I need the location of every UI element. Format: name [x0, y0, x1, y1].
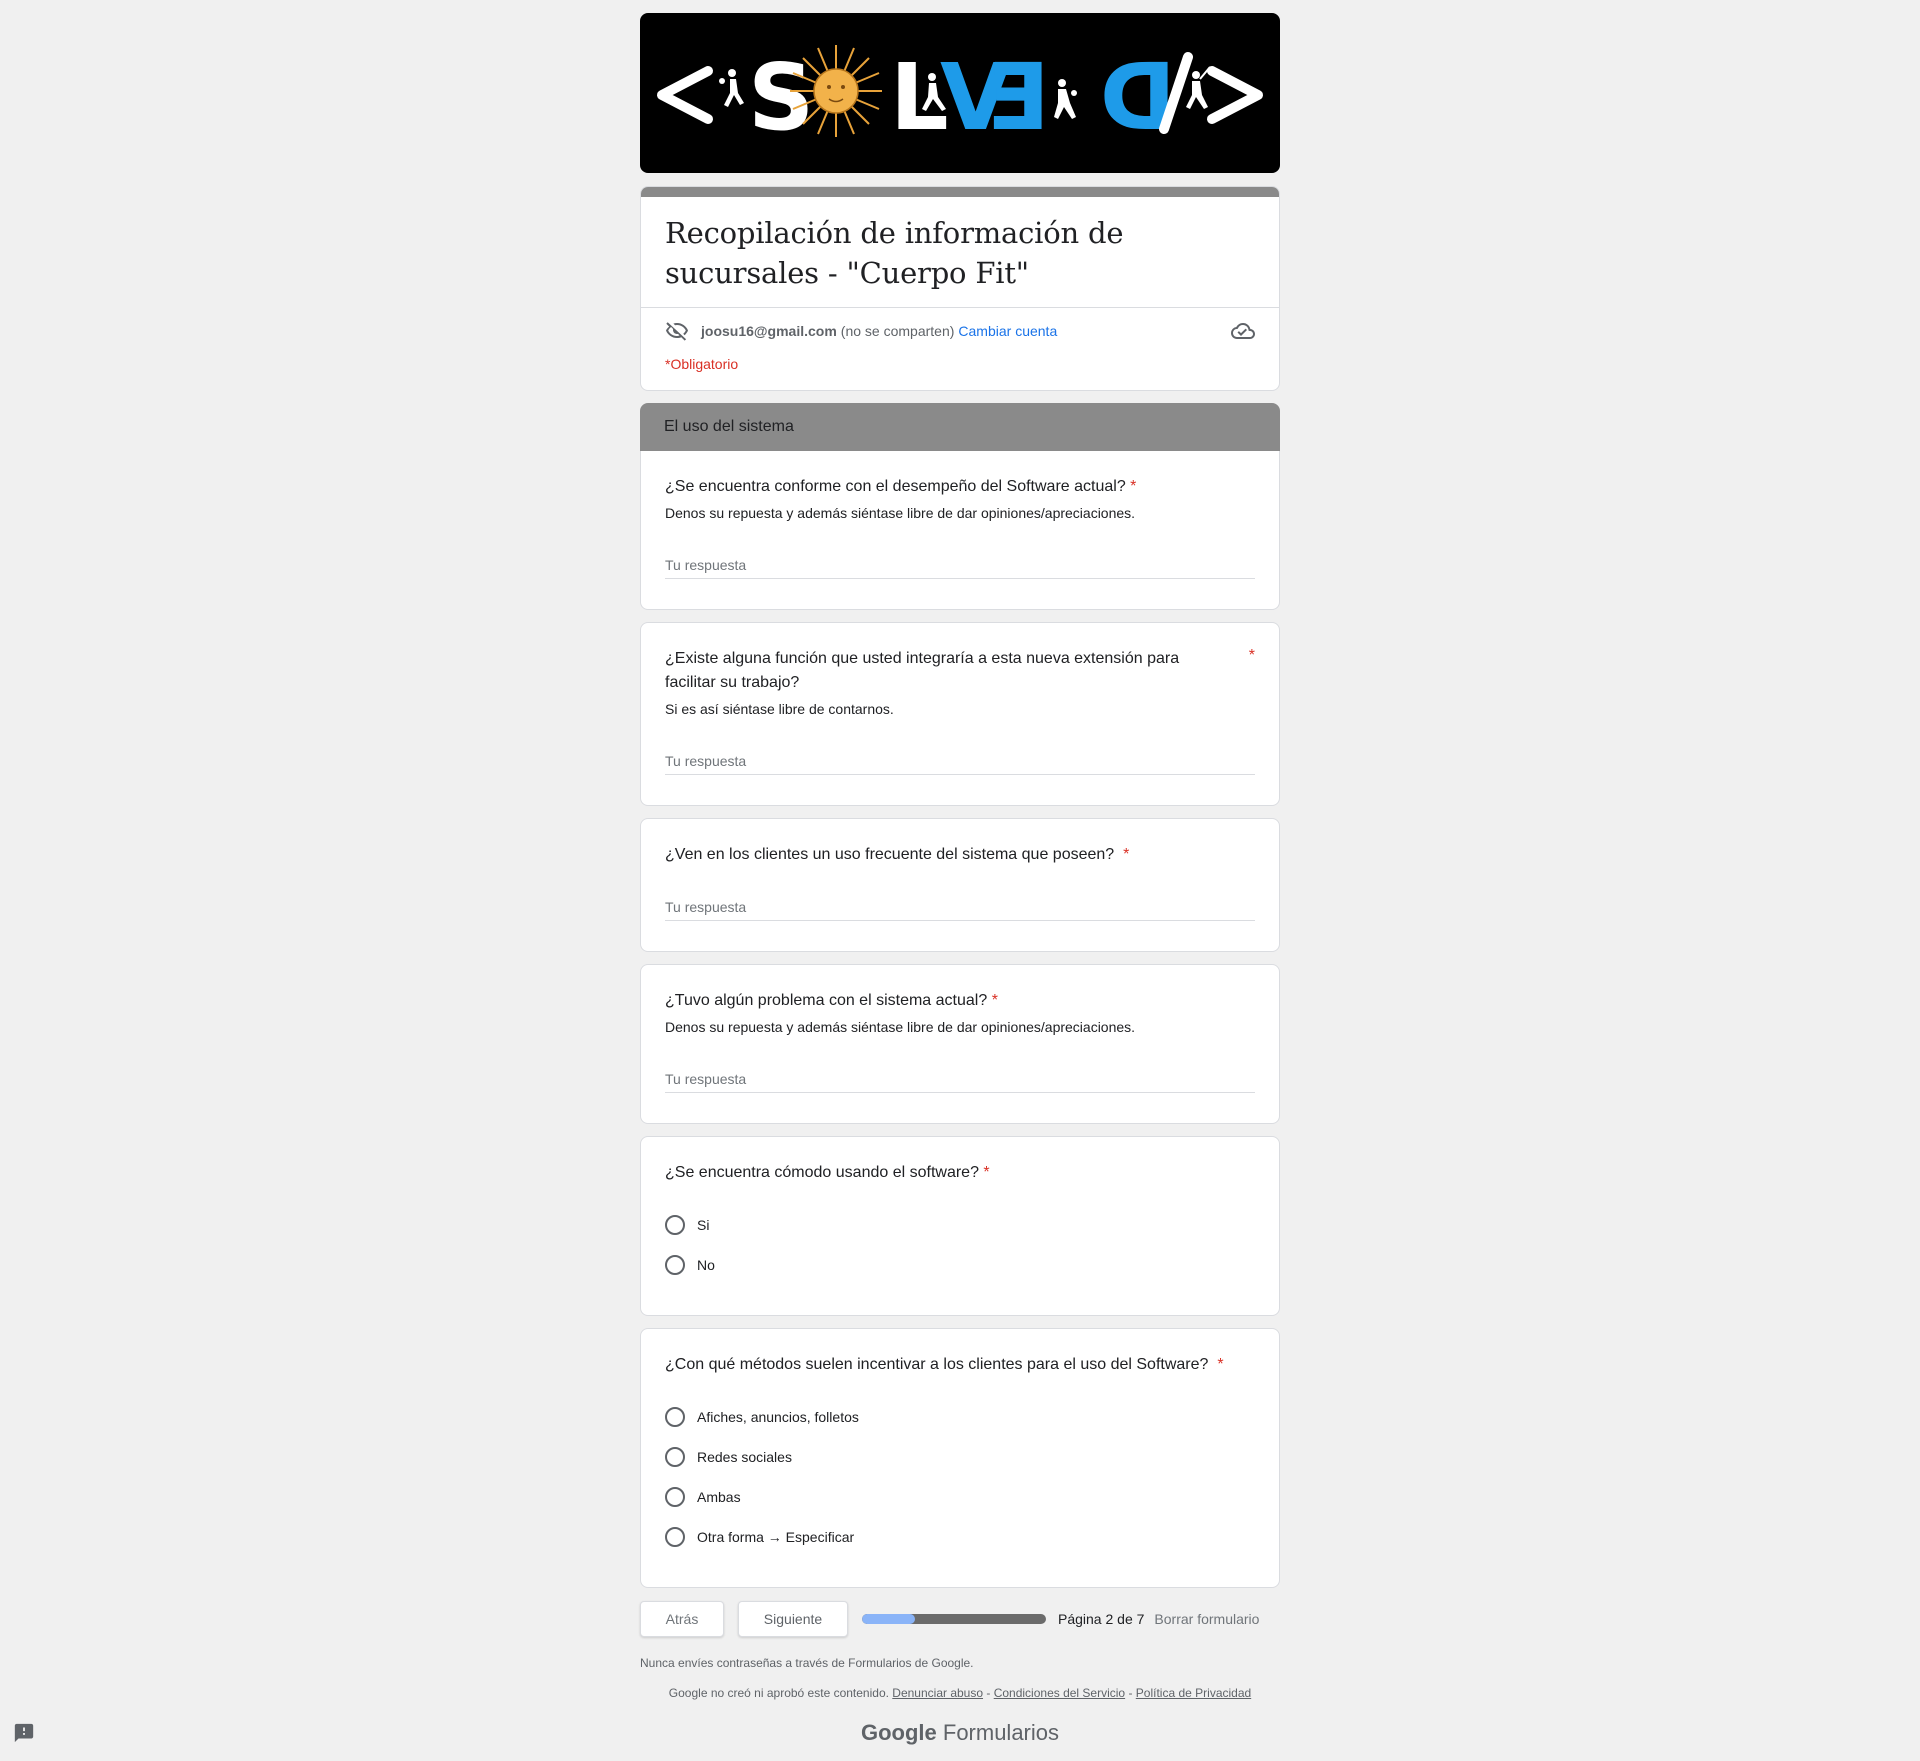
switch-account-link[interactable]: Cambiar cuenta [958, 323, 1057, 339]
required-asterisk: * [1217, 1356, 1224, 1373]
radio-button[interactable] [665, 1447, 685, 1467]
question-description: Si es así siéntase libre de contarnos. [665, 701, 894, 717]
radio-option[interactable]: Si [665, 1205, 1255, 1245]
question-title: ¿Con qué métodos suelen incentivar a los… [665, 1353, 1255, 1377]
form-navigation: Atrás Siguiente Página 2 de 7 Borrar for… [640, 1600, 1280, 1638]
account-email: joosu16@gmail.com [701, 323, 837, 339]
question-title: ¿Se encuentra conforme con el desempeño … [665, 475, 1255, 499]
question-title-text: ¿Tuvo algún problema con el sistema actu… [665, 992, 988, 1009]
radio-label: Afiches, anuncios, folletos [697, 1409, 859, 1425]
question-title-text: ¿Se encuentra cómodo usando el software? [665, 1164, 979, 1181]
page-indicator: Página 2 de 7 [1058, 1611, 1145, 1627]
question-title-text: ¿Ven en los clientes un uso frecuente de… [665, 846, 1115, 863]
radio-button[interactable] [665, 1527, 685, 1547]
footer-separator: - [1125, 1686, 1136, 1700]
eye-off-icon [666, 322, 688, 341]
question-card-6: ¿Con qué métodos suelen incentivar a los… [640, 1328, 1280, 1588]
radio-option[interactable]: No [665, 1245, 1255, 1285]
report-abuse-link[interactable]: Denunciar abuso [892, 1686, 983, 1700]
required-asterisk: * [983, 1164, 990, 1181]
header-banner: S L V E D [640, 13, 1280, 173]
clear-form-button[interactable]: Borrar formulario [1154, 1611, 1259, 1627]
next-button[interactable]: Siguiente [738, 1601, 848, 1637]
answer-input[interactable] [665, 553, 1255, 577]
radio-option[interactable]: Redes sociales [665, 1437, 1255, 1477]
radio-group: Si No [665, 1205, 1255, 1285]
radio-label: Redes sociales [697, 1449, 792, 1465]
footer-separator: - [983, 1686, 994, 1700]
radio-label: No [697, 1257, 715, 1273]
account-row: joosu16@gmail.com (no se comparten) Camb… [641, 308, 1279, 342]
question-title: ¿Existe alguna función que usted integra… [665, 650, 1180, 691]
radio-option[interactable]: Ambas [665, 1477, 1255, 1517]
progress-fill [862, 1614, 915, 1624]
question-card-5: ¿Se encuentra cómodo usando el software?… [640, 1136, 1280, 1316]
brand-forms: Formularios [942, 1720, 1060, 1745]
privacy-link[interactable]: Política de Privacidad [1136, 1686, 1251, 1700]
radio-option[interactable]: Otra forma → Especificar [665, 1517, 1255, 1557]
answer-input[interactable] [665, 749, 1255, 773]
form-container: S L V E D Recopilación de información de… [640, 13, 1280, 1746]
progress-bar [862, 1614, 1046, 1624]
form-title: Recopilación de información de sucursale… [665, 216, 1124, 290]
required-asterisk: * [991, 992, 998, 1009]
answer-field[interactable] [665, 895, 1255, 921]
form-title-card: Recopilación de información de sucursale… [640, 186, 1280, 391]
question-description: Denos su repuesta y además siéntase libr… [665, 505, 1136, 521]
answer-field[interactable] [665, 749, 1255, 775]
account-not-shared-note: (no se comparten) [840, 323, 955, 339]
radio-button[interactable] [665, 1255, 685, 1275]
section-block: El uso del sistema ¿Se encuentra conform… [640, 403, 1280, 610]
question-title-text: ¿Se encuentra conforme con el desempeño … [665, 478, 1126, 495]
title-card-accent-bar [641, 187, 1279, 197]
answer-input[interactable] [665, 1067, 1255, 1091]
answer-field[interactable] [665, 1067, 1255, 1093]
radio-label: Otra forma → Especificar [697, 1529, 855, 1545]
back-button[interactable]: Atrás [640, 1601, 724, 1637]
password-warning: Nunca envíes contraseñas a través de For… [640, 1656, 974, 1670]
disclaimer-text: Google no creó ni aprobó este contenido. [668, 1686, 889, 1700]
question-title: ¿Ven en los clientes un uso frecuente de… [665, 843, 1255, 867]
required-asterisk: * [1130, 478, 1137, 495]
radio-button[interactable] [665, 1407, 685, 1427]
footer-links: Google no creó ni aprobó este contenido.… [640, 1686, 1280, 1700]
question-description: Denos su repuesta y además siéntase libr… [665, 1019, 1136, 1035]
radio-label: Ambas [697, 1489, 741, 1505]
radio-group: Afiches, anuncios, folletos Redes social… [665, 1397, 1255, 1557]
radio-label: Si [697, 1217, 710, 1233]
required-note: *Obligatorio [665, 356, 739, 372]
solved-logo-image: S L V E D [657, 44, 1263, 151]
svg-text:D: D [1100, 44, 1176, 151]
terms-link[interactable]: Condiciones del Servicio [994, 1686, 1125, 1700]
svg-text:E: E [987, 44, 1050, 151]
section-title: El uso del sistema [664, 418, 794, 435]
section-header: El uso del sistema [640, 403, 1280, 451]
report-feedback-icon[interactable] [13, 1722, 35, 1744]
required-asterisk: * [1123, 846, 1130, 863]
required-asterisk: * [1248, 647, 1255, 664]
question-card-4: ¿Tuvo algún problema con el sistema actu… [640, 964, 1280, 1124]
question-card-2: ¿Existe alguna función que usted integra… [640, 622, 1280, 806]
question-card-1: ¿Se encuentra conforme con el desempeño … [640, 451, 1280, 610]
brand-google: Google [860, 1720, 937, 1745]
question-title-text: ¿Con qué métodos suelen incentivar a los… [665, 1356, 1209, 1373]
answer-input[interactable] [665, 895, 1255, 919]
cloud-done-icon [1231, 323, 1255, 339]
radio-button[interactable] [665, 1215, 685, 1235]
question-card-3: ¿Ven en los clientes un uso frecuente de… [640, 818, 1280, 952]
answer-field[interactable] [665, 553, 1255, 579]
google-forms-logo[interactable]: Google Formularios [640, 1720, 1280, 1746]
question-title: ¿Se encuentra cómodo usando el software?… [665, 1161, 1255, 1185]
question-title: ¿Tuvo algún problema con el sistema actu… [665, 989, 1255, 1013]
radio-button[interactable] [665, 1487, 685, 1507]
radio-option[interactable]: Afiches, anuncios, folletos [665, 1397, 1255, 1437]
